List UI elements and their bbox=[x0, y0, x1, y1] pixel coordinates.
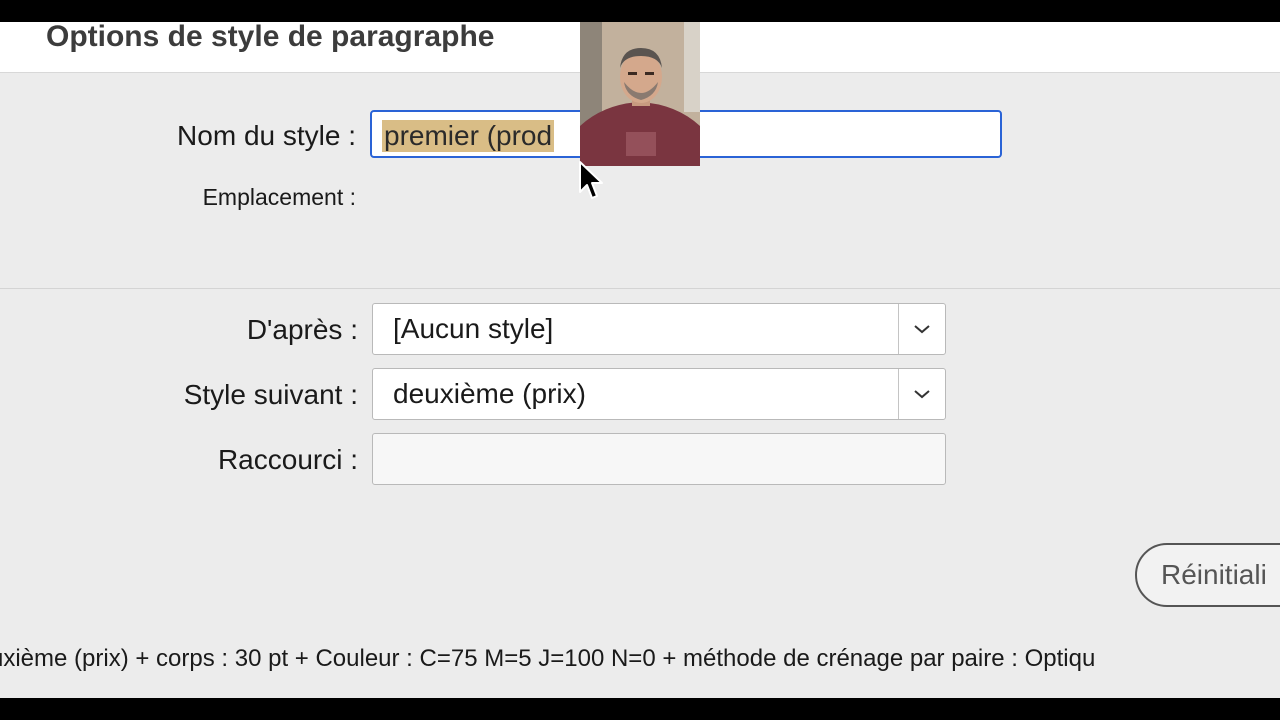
next-style-dropdown-button[interactable] bbox=[898, 369, 945, 419]
chevron-down-icon bbox=[914, 325, 930, 334]
based-on-label: D'après : bbox=[246, 314, 358, 345]
style-name-label: Nom du style : bbox=[177, 120, 356, 151]
section-divider bbox=[0, 288, 1280, 289]
next-style-value: deuxième (prix) bbox=[393, 378, 586, 409]
webcam-overlay bbox=[580, 22, 700, 166]
next-style-select[interactable]: deuxième (prix) bbox=[372, 368, 946, 420]
location-label: Emplacement : bbox=[202, 184, 356, 210]
style-name-selected-text: premier (prod bbox=[382, 120, 555, 152]
chevron-down-icon bbox=[914, 390, 930, 399]
dialog-title: Options de style de paragraphe bbox=[46, 22, 495, 53]
reset-button[interactable]: Réinitiali bbox=[1135, 543, 1280, 607]
webcam-person-image bbox=[580, 22, 700, 166]
mouse-cursor-icon bbox=[579, 161, 603, 199]
shortcut-input[interactable] bbox=[372, 433, 946, 485]
based-on-select[interactable]: [Aucun style] bbox=[372, 303, 946, 355]
next-style-label: Style suivant : bbox=[183, 379, 358, 410]
based-on-value: [Aucun style] bbox=[393, 313, 554, 344]
shortcut-label: Raccourci : bbox=[217, 444, 358, 475]
based-on-dropdown-button[interactable] bbox=[898, 304, 945, 354]
style-settings-summary: uxième (prix) + corps : 30 pt + Couleur … bbox=[0, 645, 1096, 672]
